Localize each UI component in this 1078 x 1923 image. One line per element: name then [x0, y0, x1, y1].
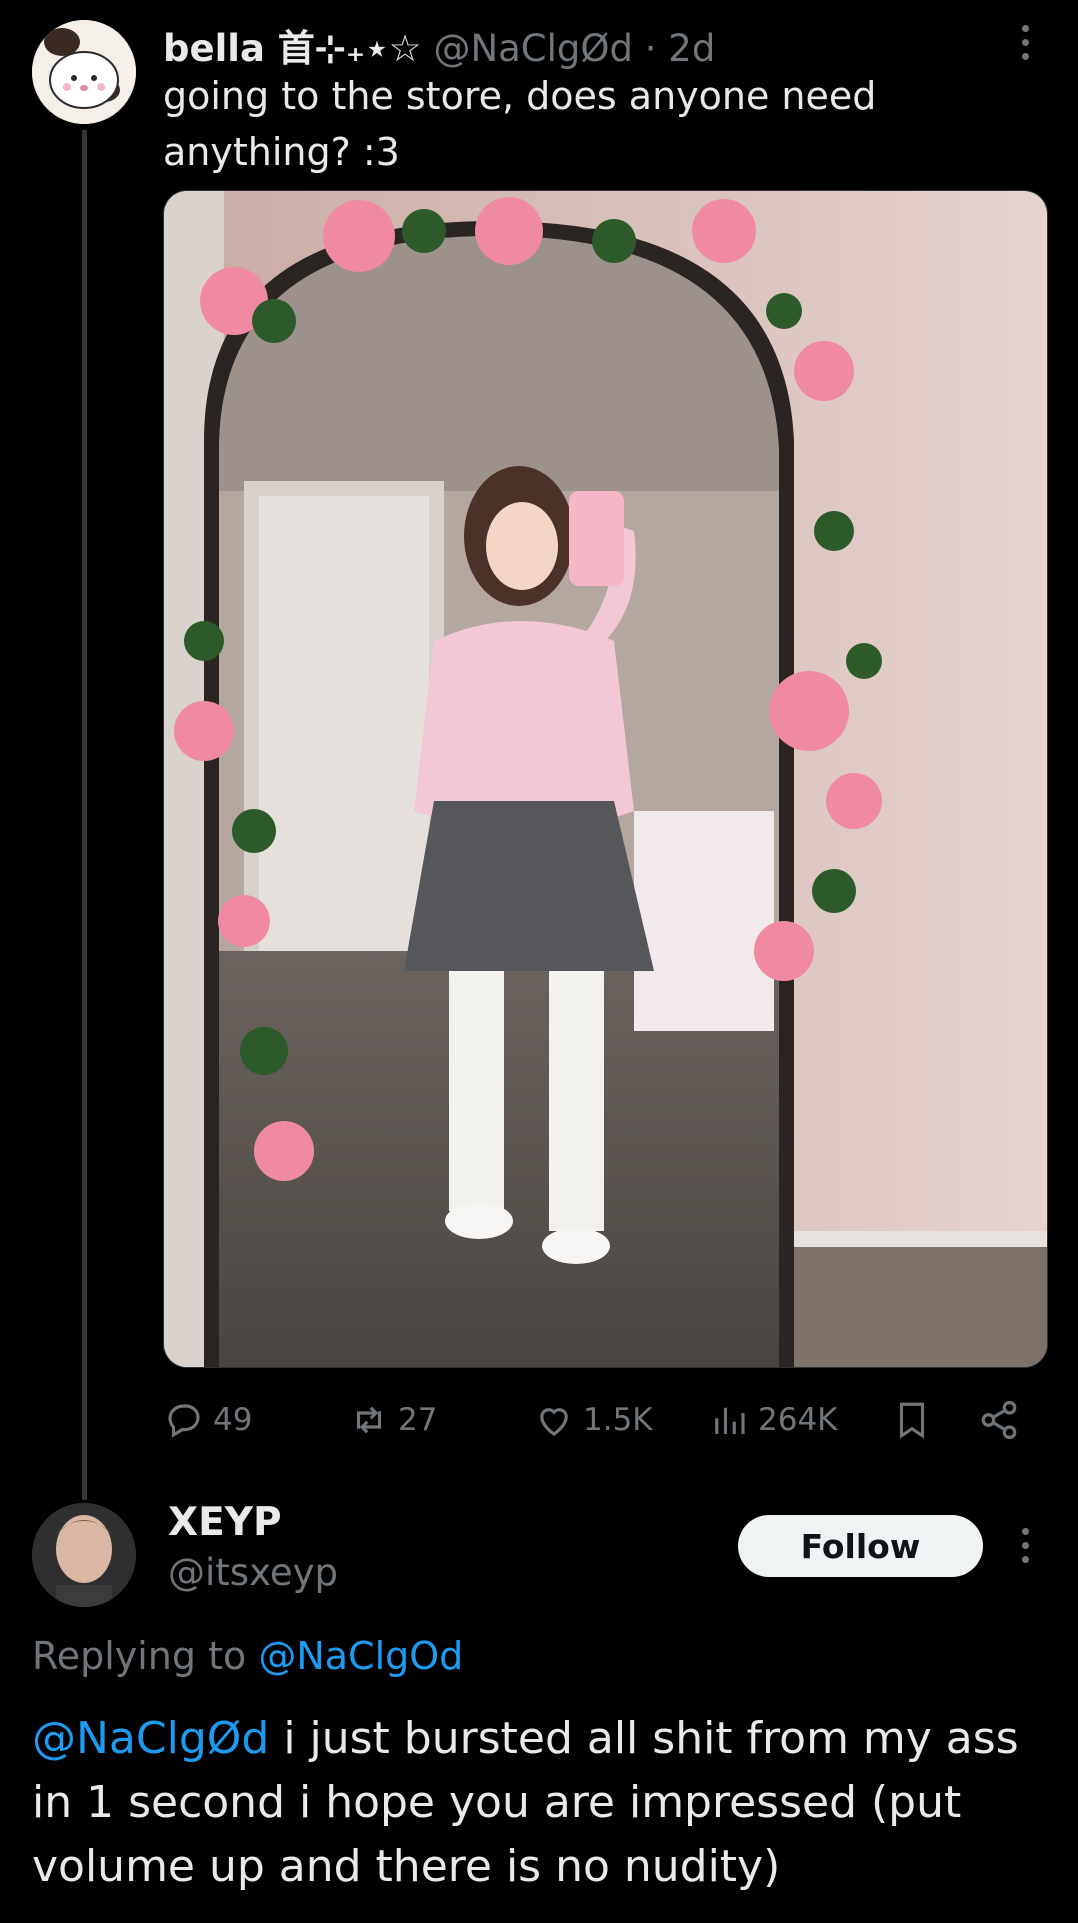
replying-to-handle-link[interactable]: @NaClgOd [258, 1634, 463, 1678]
views-icon [715, 1407, 745, 1434]
views-button[interactable]: 264K [708, 1390, 838, 1450]
mention-link[interactable]: @NaClgØd [32, 1713, 269, 1764]
repost-count: 27 [398, 1402, 438, 1438]
reply-avatar[interactable] [32, 1503, 136, 1607]
bookmark-icon [899, 1402, 925, 1439]
user-handle[interactable]: @NaClgØd [433, 27, 633, 70]
display-name[interactable]: bella ⾸⊹₊⋆☆ [163, 27, 422, 70]
timestamp[interactable]: 2d [668, 27, 715, 70]
share-button[interactable] [978, 1390, 1020, 1450]
views-count: 264K [758, 1402, 838, 1438]
tweet-media-photo[interactable] [163, 190, 1048, 1368]
avatar[interactable] [32, 20, 136, 124]
follow-button[interactable]: Follow [738, 1515, 983, 1577]
bookmark-button[interactable] [891, 1390, 933, 1450]
reply-display-name[interactable]: XEYP [168, 1500, 282, 1545]
like-icon [540, 1408, 568, 1436]
tweet-action-bar: 49 27 1.5K 264K [163, 1390, 1046, 1450]
share-icon [981, 1400, 1017, 1440]
reply-count: 49 [213, 1402, 253, 1438]
avatar-cartoon-icon [32, 20, 136, 124]
tweet-header: bella ⾸⊹₊⋆☆ @NaClgØd · 2d [163, 18, 715, 72]
reply-user-handle[interactable]: @itsxeyp [168, 1551, 338, 1594]
reply-icon [168, 1404, 200, 1438]
separator-dot: · [644, 27, 657, 70]
reply-button[interactable]: 49 [163, 1390, 252, 1450]
reply-more-options-icon[interactable] [1010, 1515, 1040, 1575]
mirror-selfie-photo [164, 191, 1047, 1367]
tweet-text: going to the store, does anyone need any… [163, 74, 877, 174]
repost-button[interactable]: 27 [348, 1390, 437, 1450]
replying-to-label: Replying to [32, 1634, 247, 1678]
like-button[interactable]: 1.5K [533, 1390, 653, 1450]
replying-to-line: Replying to @NaClgOd [32, 1634, 463, 1678]
like-count: 1.5K [583, 1402, 653, 1438]
more-options-icon[interactable] [1010, 12, 1040, 72]
repost-icon [356, 1406, 382, 1434]
reply-avatar-photo [32, 1503, 136, 1607]
reply-text: @NaClgØd i just bursted all shit from my… [32, 1707, 1052, 1899]
thread-connector-line [82, 130, 87, 1500]
